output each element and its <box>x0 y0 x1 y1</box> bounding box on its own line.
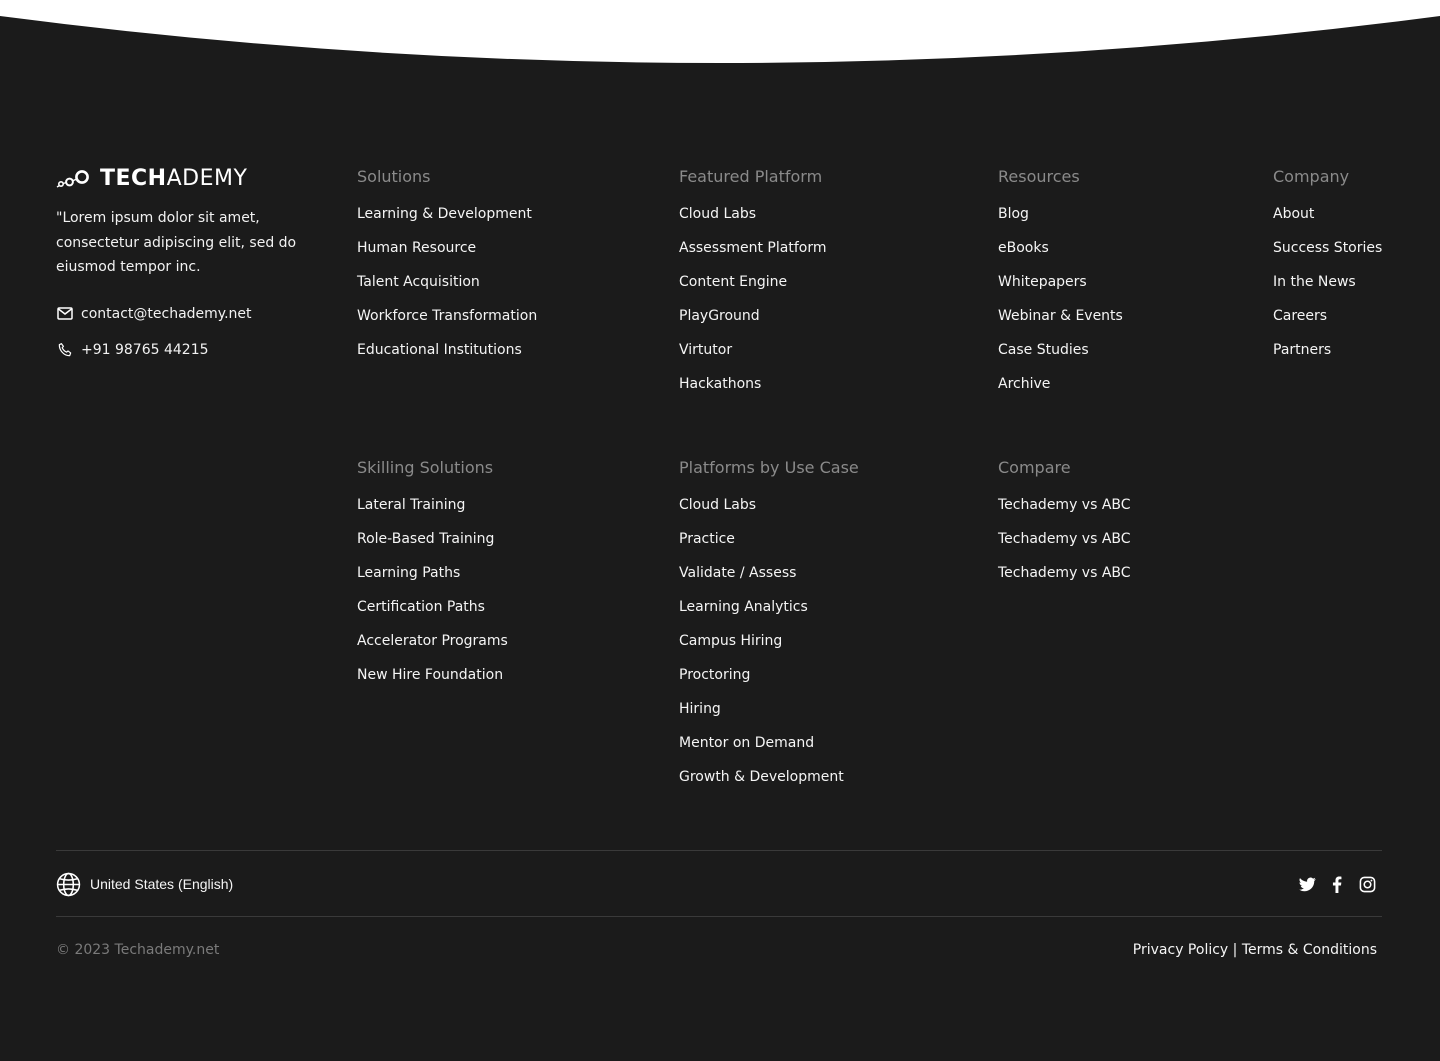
email-contact[interactable]: contact@techademy.net <box>56 304 316 324</box>
locale-label[interactable]: United States (English) <box>90 876 233 892</box>
solutions-link[interactable]: Educational Institutions <box>357 342 522 358</box>
compare-link[interactable]: Techademy vs ABC <box>998 565 1131 581</box>
phone-icon <box>56 341 73 358</box>
use-case-link[interactable]: Hiring <box>679 701 721 717</box>
compare-heading: Compare <box>998 458 1071 477</box>
footer: TECH ADEMY "Lorem ipsum dolor sit amet, c… <box>0 0 1440 1061</box>
company-link[interactable]: Partners <box>1273 342 1331 358</box>
use-case-link[interactable]: Cloud Labs <box>679 497 756 513</box>
logo-text-bold: TECH <box>100 165 167 191</box>
skilling-solutions-column: Skilling Solutions Lateral Training Role… <box>357 458 508 698</box>
featured-platform-link[interactable]: Assessment Platform <box>679 240 826 256</box>
social-links <box>1286 875 1376 893</box>
use-case-link[interactable]: Proctoring <box>679 667 750 683</box>
use-case-link[interactable]: Practice <box>679 531 735 547</box>
solutions-link[interactable]: Learning & Development <box>357 206 532 222</box>
logo-text-light: ADEMY <box>166 165 248 191</box>
compare-column: Compare Techademy vs ABC Techademy vs AB… <box>998 458 1131 596</box>
resources-link[interactable]: Whitepapers <box>998 274 1087 290</box>
use-case-link[interactable]: Learning Analytics <box>679 599 808 615</box>
platforms-by-use-case-heading: Platforms by Use Case <box>679 458 859 477</box>
use-case-link[interactable]: Mentor on Demand <box>679 735 814 751</box>
featured-platform-link[interactable]: Virtutor <box>679 342 732 358</box>
resources-link[interactable]: Archive <box>998 376 1050 392</box>
locale-selector[interactable]: United States (English) <box>56 871 233 897</box>
instagram-icon[interactable] <box>1358 875 1376 893</box>
phone-contact[interactable]: +91 98765 44215 <box>56 340 316 360</box>
solutions-heading: Solutions <box>357 167 431 186</box>
resources-link[interactable]: eBooks <box>998 240 1049 256</box>
featured-platform-link[interactable]: Content Engine <box>679 274 787 290</box>
company-link[interactable]: About <box>1273 206 1314 222</box>
featured-platform-link[interactable]: PlayGround <box>679 308 760 324</box>
skilling-solutions-link[interactable]: New Hire Foundation <box>357 667 503 683</box>
platforms-by-use-case-column: Platforms by Use Case Cloud Labs Practic… <box>679 458 859 800</box>
footer-divider-top <box>56 850 1382 851</box>
logo-mark-icon <box>56 170 89 188</box>
terms-conditions-link[interactable]: Terms & Conditions <box>1242 942 1377 958</box>
legal-separator: | <box>1232 942 1238 958</box>
footer-divider-bottom <box>56 916 1382 917</box>
skilling-solutions-link[interactable]: Accelerator Programs <box>357 633 508 649</box>
mail-icon <box>56 305 73 322</box>
resources-heading: Resources <box>998 167 1080 186</box>
compare-link[interactable]: Techademy vs ABC <box>998 497 1131 513</box>
solutions-link[interactable]: Workforce Transformation <box>357 308 537 324</box>
resources-link[interactable]: Blog <box>998 206 1029 222</box>
resources-column: Resources Blog eBooks Whitepapers Webina… <box>998 167 1123 407</box>
use-case-link[interactable]: Campus Hiring <box>679 633 782 649</box>
skilling-solutions-heading: Skilling Solutions <box>357 458 494 477</box>
privacy-policy-link[interactable]: Privacy Policy <box>1133 942 1228 958</box>
solutions-link[interactable]: Talent Acquisition <box>357 274 480 290</box>
featured-platform-link[interactable]: Hackathons <box>679 376 761 392</box>
resources-link[interactable]: Case Studies <box>998 342 1089 358</box>
phone-number[interactable]: +91 98765 44215 <box>81 342 209 358</box>
skilling-solutions-link[interactable]: Learning Paths <box>357 565 460 581</box>
use-case-link[interactable]: Validate / Assess <box>679 565 796 581</box>
skilling-solutions-link[interactable]: Certification Paths <box>357 599 485 615</box>
email-link[interactable]: contact@techademy.net <box>81 306 252 322</box>
skilling-solutions-link[interactable]: Lateral Training <box>357 497 465 513</box>
company-heading: Company <box>1273 167 1350 186</box>
twitter-icon[interactable] <box>1298 875 1316 893</box>
legal-links: Privacy Policy | Terms & Conditions <box>1133 940 1377 960</box>
skilling-solutions-link[interactable]: Role-Based Training <box>357 531 494 547</box>
company-link[interactable]: In the News <box>1273 274 1356 290</box>
brand-tagline: "Lorem ipsum dolor sit amet, consectetur… <box>56 210 297 275</box>
company-link[interactable]: Success Stories <box>1273 240 1382 256</box>
brand-block: TECH ADEMY "Lorem ipsum dolor sit amet, c… <box>56 164 316 360</box>
solutions-link[interactable]: Human Resource <box>357 240 476 256</box>
use-case-link[interactable]: Growth & Development <box>679 769 844 785</box>
copyright-text: © 2023 Techademy.net <box>56 942 220 958</box>
featured-platform-heading: Featured Platform <box>679 167 823 186</box>
company-column: Company About Success Stories In the New… <box>1273 167 1382 373</box>
featured-platform-link[interactable]: Cloud Labs <box>679 206 756 222</box>
top-curve-divider <box>0 0 1440 63</box>
techademy-logo[interactable]: TECH ADEMY <box>56 164 316 192</box>
facebook-icon[interactable] <box>1328 875 1346 893</box>
globe-icon <box>56 872 81 896</box>
featured-platform-column: Featured Platform Cloud Labs Assessment … <box>679 167 826 407</box>
solutions-column: Solutions Learning & Development Human R… <box>357 167 537 373</box>
compare-link[interactable]: Techademy vs ABC <box>998 531 1131 547</box>
company-link[interactable]: Careers <box>1273 308 1327 324</box>
resources-link[interactable]: Webinar & Events <box>998 308 1123 324</box>
